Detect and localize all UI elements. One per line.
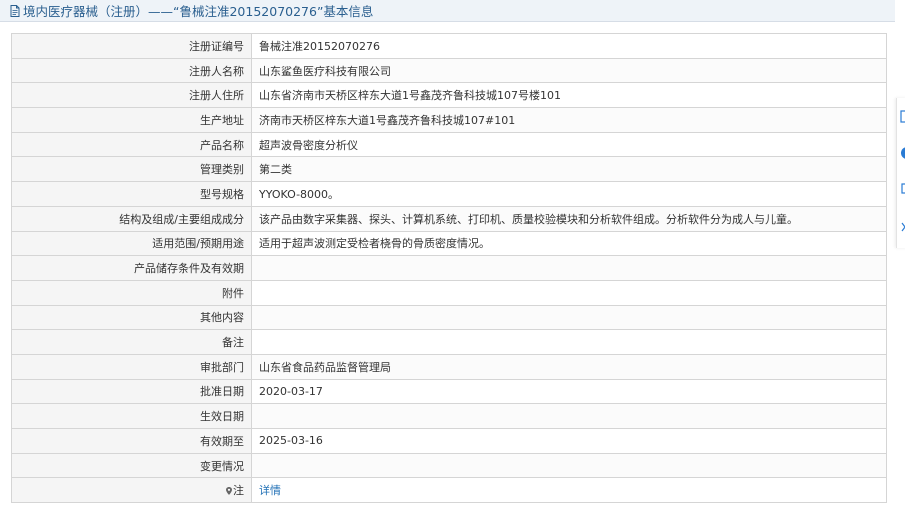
field-value xyxy=(251,329,887,355)
field-value xyxy=(251,403,887,429)
field-value: 2020-03-17 xyxy=(251,378,887,405)
side-toolbar xyxy=(896,98,905,248)
table-row: 生产地址 济南市天桥区梓东大道1号鑫茂齐鲁科技城107#101 xyxy=(11,107,887,133)
field-label: 附件 xyxy=(11,279,252,306)
field-value: 该产品由数字采集器、探头、计算机系统、打印机、质量校验模块和分析软件组成。分析软… xyxy=(251,205,887,232)
table-row: 适用范围/预期用途 适用于超声波测定受检者桡骨的骨质密度情况。 xyxy=(11,230,887,257)
field-label: 注册证编号 xyxy=(11,33,252,59)
field-label: 有效期至 xyxy=(11,428,252,454)
info-table: 注册证编号 鲁械注准20152070276 注册人名称 山东鲨鱼医疗科技有限公司 注册人… xyxy=(11,33,887,504)
field-label: 变更情况 xyxy=(11,452,252,479)
table-row: 有效期至 2025-03-16 xyxy=(11,428,887,454)
table-row: 批准日期 2020-03-17 xyxy=(11,378,887,405)
field-value: 山东省济南市天桥区梓东大道1号鑫茂齐鲁科技城107号楼101 xyxy=(251,82,887,109)
document-icon xyxy=(10,4,20,17)
info-icon[interactable] xyxy=(900,146,905,160)
field-label: 管理类别 xyxy=(11,156,252,183)
page-title: 境内医疗器械（注册）——“鲁械注准20152070276”基本信息 xyxy=(23,4,374,19)
details-link[interactable]: 详情 xyxy=(259,484,281,497)
table-row: 生效日期 xyxy=(11,403,887,429)
field-value xyxy=(251,304,887,331)
table-row: 其他内容 xyxy=(11,304,887,331)
field-label: 注册人名称 xyxy=(11,57,252,84)
field-value xyxy=(251,255,887,281)
note-label-cell: 注 xyxy=(11,477,252,504)
field-value: 第二类 xyxy=(251,156,887,183)
share-icon[interactable] xyxy=(900,182,905,196)
table-row: 注册人住所 山东省济南市天桥区梓东大道1号鑫茂齐鲁科技城107号楼101 xyxy=(11,82,887,109)
field-label: 注册人住所 xyxy=(11,82,252,109)
table-row: 管理类别 第二类 xyxy=(11,156,887,183)
field-label: 批准日期 xyxy=(11,378,252,405)
field-value: YYOKO-8000。 xyxy=(251,181,887,207)
field-label: 适用范围/预期用途 xyxy=(11,230,252,257)
field-value: 山东省食品药品监督管理局 xyxy=(251,353,887,380)
table-row: 备注 xyxy=(11,329,887,355)
note-value-cell: 详情 xyxy=(251,477,887,504)
table-row: 注 详情 xyxy=(11,477,887,504)
table-row: 注册人名称 山东鲨鱼医疗科技有限公司 xyxy=(11,57,887,84)
page-header: 境内医疗器械（注册）——“鲁械注准20152070276”基本信息 xyxy=(0,0,895,22)
table-row: 结构及组成/主要组成成分 该产品由数字采集器、探头、计算机系统、打印机、质量校验模… xyxy=(11,205,887,232)
field-label: 备注 xyxy=(11,329,252,355)
close-icon[interactable] xyxy=(900,220,905,234)
field-value xyxy=(251,279,887,306)
field-label: 其他内容 xyxy=(11,304,252,331)
field-value: 超声波骨密度分析仪 xyxy=(251,131,887,158)
pin-icon xyxy=(226,487,232,496)
table-row: 型号规格 YYOKO-8000。 xyxy=(11,181,887,207)
field-value: 适用于超声波测定受检者桡骨的骨质密度情况。 xyxy=(251,230,887,257)
table-row: 产品储存条件及有效期 xyxy=(11,255,887,281)
field-label: 产品名称 xyxy=(11,131,252,158)
field-value xyxy=(251,452,887,479)
table-row: 注册证编号 鲁械注准20152070276 xyxy=(11,33,887,59)
table-row: 附件 xyxy=(11,279,887,306)
document-icon[interactable] xyxy=(900,110,905,124)
field-value: 鲁械注准20152070276 xyxy=(251,33,887,59)
field-label: 审批部门 xyxy=(11,353,252,380)
field-value: 2025-03-16 xyxy=(251,428,887,454)
field-value: 山东鲨鱼医疗科技有限公司 xyxy=(251,57,887,84)
info-table-wrapper: 注册证编号 鲁械注准20152070276 注册人名称 山东鲨鱼医疗科技有限公司 注册人… xyxy=(11,33,887,504)
table-row: 产品名称 超声波骨密度分析仪 xyxy=(11,131,887,158)
table-row: 变更情况 xyxy=(11,452,887,479)
table-row: 审批部门 山东省食品药品监督管理局 xyxy=(11,353,887,380)
field-label: 型号规格 xyxy=(11,181,252,207)
field-label: 结构及组成/主要组成成分 xyxy=(11,205,252,232)
field-value: 济南市天桥区梓东大道1号鑫茂齐鲁科技城107#101 xyxy=(251,107,887,133)
field-label: 产品储存条件及有效期 xyxy=(11,255,252,281)
field-label: 生产地址 xyxy=(11,107,252,133)
field-label: 生效日期 xyxy=(11,403,252,429)
note-label: 注 xyxy=(233,484,244,498)
